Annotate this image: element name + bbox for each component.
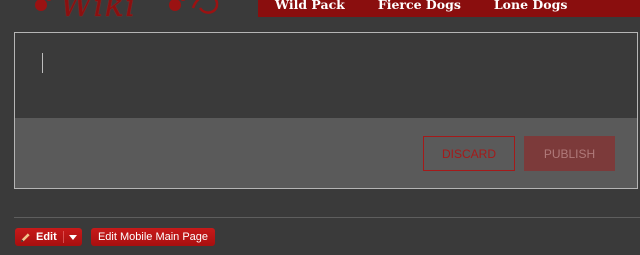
edit-label: Edit bbox=[36, 231, 57, 243]
edit-button[interactable]: Edit bbox=[15, 228, 63, 246]
publish-button[interactable]: PUBLISH bbox=[524, 136, 615, 171]
button-separator bbox=[62, 231, 64, 243]
edit-button-group: Edit bbox=[15, 228, 82, 246]
pencil-icon bbox=[20, 232, 30, 242]
nav-item-lone-dogs[interactable]: Lone Dogs bbox=[494, 0, 567, 12]
text-caret bbox=[42, 53, 43, 73]
caret-down-icon bbox=[68, 234, 77, 240]
logo-swirl-icon bbox=[191, 0, 219, 14]
edit-mobile-main-page-button[interactable]: Edit Mobile Main Page bbox=[91, 228, 215, 246]
discard-button[interactable]: DISCARD bbox=[423, 136, 515, 171]
nav-item-fierce-dogs[interactable]: Fierce Dogs bbox=[378, 0, 461, 12]
edit-dropdown-button[interactable] bbox=[64, 228, 82, 246]
editor-toolbar: DISCARD PUBLISH bbox=[15, 118, 637, 188]
message-editor: DISCARD PUBLISH bbox=[14, 32, 638, 189]
nav-item-wild-pack[interactable]: Wild Pack bbox=[275, 0, 345, 12]
paw-icon bbox=[35, 0, 52, 11]
editor-textarea[interactable] bbox=[15, 33, 637, 118]
site-logo[interactable]: Wiki bbox=[22, 0, 222, 18]
top-navigation: Wild Pack Fierce Dogs Lone Dogs bbox=[258, 0, 640, 17]
divider bbox=[14, 217, 640, 218]
logo-text: Wiki bbox=[60, 0, 136, 18]
paw-icon bbox=[169, 0, 186, 11]
